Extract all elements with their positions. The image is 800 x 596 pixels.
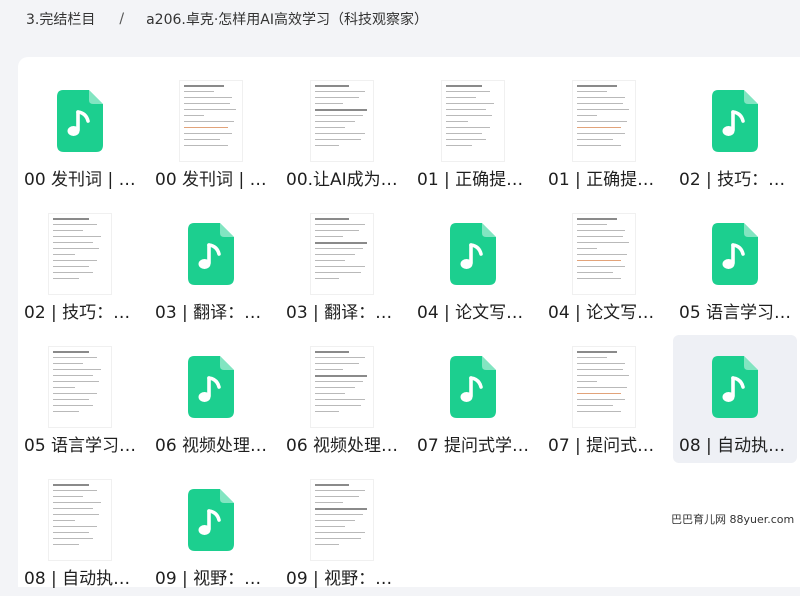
audio-file-icon [169, 343, 253, 431]
music-note-icon [57, 90, 103, 152]
document-thumbnail [300, 77, 384, 165]
audio-file-icon [431, 343, 515, 431]
file-name-label: 09 | 视野：… [155, 569, 262, 589]
document-thumbnail [300, 476, 384, 564]
file-name-label: 02 | 技巧：… [24, 303, 131, 323]
document-preview [573, 214, 635, 294]
file-name-label: 00.让AI成为… [286, 170, 398, 190]
document-file-tile[interactable]: 01 | 正确提… [542, 69, 666, 197]
file-grid-panel: 00 发刊词 | … 00 发刊词 | … 00.让AI成为… 01 | 正确提… 01… [18, 57, 800, 589]
document-thumbnail [300, 210, 384, 298]
breadcrumb-parent[interactable]: 3.完结栏目 [26, 9, 95, 29]
audio-file-tile[interactable]: 09 | 视野：… [149, 468, 273, 596]
document-file-tile[interactable]: 08 | 自动执… [18, 468, 142, 596]
breadcrumb: 3.完结栏目 / a206.卓克·怎样用AI高效学习（科技观察家） [26, 8, 428, 30]
document-preview [180, 81, 242, 161]
document-file-tile[interactable]: 03 | 翻译：… [280, 202, 404, 330]
audio-file-icon [693, 343, 777, 431]
file-name-label: 03 | 翻译：… [286, 303, 393, 323]
document-file-tile[interactable]: 05 语言学习… [18, 335, 142, 463]
music-note-icon [188, 223, 234, 285]
audio-file-tile[interactable]: 08 | 自动执… [673, 335, 797, 463]
document-file-tile[interactable]: 01 | 正确提… [411, 69, 535, 197]
document-preview [49, 480, 111, 560]
document-preview [311, 347, 373, 427]
file-name-label: 00 发刊词 | … [24, 170, 136, 190]
document-preview [442, 81, 504, 161]
audio-file-tile[interactable]: 07 提问式学… [411, 335, 535, 463]
music-note-icon [712, 223, 758, 285]
music-note-icon [712, 356, 758, 418]
audio-file-tile[interactable]: 04 | 论文写… [411, 202, 535, 330]
breadcrumb-separator: / [119, 11, 125, 27]
document-file-tile[interactable]: 04 | 论文写… [542, 202, 666, 330]
document-preview [49, 214, 111, 294]
audio-file-tile[interactable]: 03 | 翻译：… [149, 202, 273, 330]
file-name-label: 06 视频处理… [155, 436, 268, 456]
document-file-tile[interactable]: 02 | 技巧：… [18, 202, 142, 330]
document-thumbnail [562, 77, 646, 165]
file-name-label: 08 | 自动执… [679, 436, 786, 456]
music-note-icon [450, 356, 496, 418]
document-preview [311, 214, 373, 294]
audio-file-icon [169, 210, 253, 298]
document-file-tile[interactable]: 07 | 提问式… [542, 335, 666, 463]
audio-file-tile[interactable]: 00 发刊词 | … [18, 69, 142, 197]
audio-file-icon [693, 77, 777, 165]
document-thumbnail [431, 77, 515, 165]
audio-file-icon [431, 210, 515, 298]
document-preview [49, 347, 111, 427]
file-name-label: 04 | 论文写… [417, 303, 524, 323]
music-note-icon [188, 356, 234, 418]
audio-file-tile[interactable]: 05 语言学习… [673, 202, 797, 330]
file-name-label: 06 视频处理… [286, 436, 399, 456]
document-file-tile[interactable]: 00.让AI成为… [280, 69, 404, 197]
file-name-label: 01 | 正确提… [548, 170, 655, 190]
watermark: 巴巴育儿网 88yuer.com [668, 510, 798, 528]
music-note-icon [712, 90, 758, 152]
audio-file-icon [693, 210, 777, 298]
audio-file-icon [169, 476, 253, 564]
document-thumbnail [169, 77, 253, 165]
document-file-tile[interactable]: 06 视频处理… [280, 335, 404, 463]
document-thumbnail [38, 476, 122, 564]
audio-file-tile[interactable]: 06 视频处理… [149, 335, 273, 463]
file-name-label: 07 | 提问式… [548, 436, 655, 456]
music-note-icon [188, 489, 234, 551]
document-thumbnail [38, 210, 122, 298]
file-name-label: 02 | 技巧：… [679, 170, 786, 190]
file-name-label: 05 语言学习… [679, 303, 792, 323]
document-thumbnail [300, 343, 384, 431]
document-preview [311, 480, 373, 560]
document-preview [573, 81, 635, 161]
file-name-label: 09 | 视野：… [286, 569, 393, 589]
document-preview [573, 347, 635, 427]
file-name-label: 03 | 翻译：… [155, 303, 262, 323]
breadcrumb-current: a206.卓克·怎样用AI高效学习（科技观察家） [146, 12, 428, 28]
file-name-label: 05 语言学习… [24, 436, 137, 456]
music-note-icon [450, 223, 496, 285]
file-name-label: 01 | 正确提… [417, 170, 524, 190]
audio-file-tile[interactable]: 02 | 技巧：… [673, 69, 797, 197]
document-preview [311, 81, 373, 161]
audio-file-icon [38, 77, 122, 165]
document-thumbnail [38, 343, 122, 431]
file-name-label: 07 提问式学… [417, 436, 530, 456]
file-name-label: 08 | 自动执… [24, 569, 131, 589]
file-name-label: 04 | 论文写… [548, 303, 655, 323]
file-name-label: 00 发刊词 | … [155, 170, 267, 190]
document-thumbnail [562, 210, 646, 298]
document-file-tile[interactable]: 00 发刊词 | … [149, 69, 273, 197]
document-thumbnail [562, 343, 646, 431]
document-file-tile[interactable]: 09 | 视野：… [280, 468, 404, 596]
